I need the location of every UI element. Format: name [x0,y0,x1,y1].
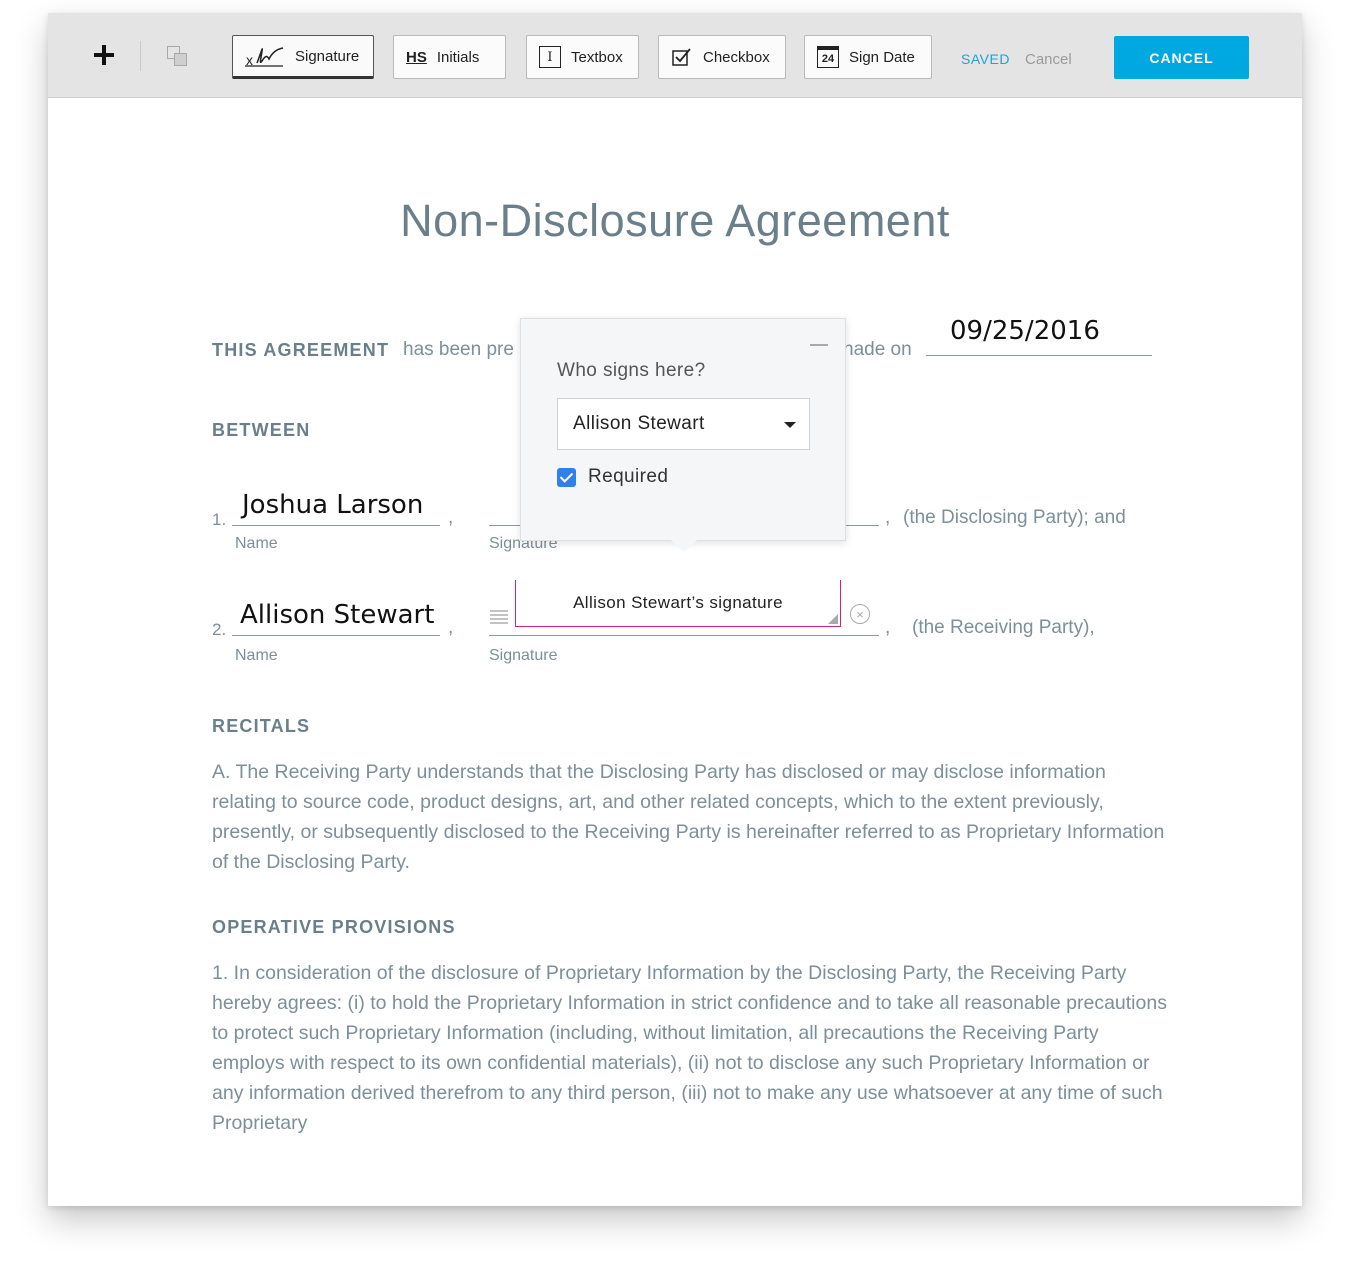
resize-handle-icon[interactable] [828,614,838,624]
signature-tool-button[interactable]: x Signature [232,35,374,79]
party-2-name-label: Name [235,647,278,664]
between-heading: BETWEEN [212,420,311,440]
document-editor-window: x Signature HS Initials I Textbox Checkb… [48,13,1302,1206]
party-1-sig-comma: , [885,507,891,528]
party-1-role: (the Disclosing Party); and [903,507,1126,528]
chevron-down-icon [784,422,796,428]
party-2-signature-label: Signature [489,647,558,664]
textbox-icon: I [539,46,561,68]
agreement-text-end: nade on [843,339,912,360]
agreement-heading: THIS AGREEMENT [212,340,390,360]
textbox-tool-button[interactable]: I Textbox [526,35,639,79]
date-value[interactable]: 09/25/2016 [950,316,1100,346]
checkbox-icon [671,46,693,68]
signer-popover: Who signs here? Allison Stewart Required [520,318,846,552]
party-2-name[interactable]: Allison Stewart [240,600,434,630]
party-1-comma: , [448,507,454,528]
drag-handle-icon[interactable] [490,610,508,624]
cancel-button[interactable]: CANCEL [1114,36,1249,79]
signature-field[interactable]: Allison Stewart’s signature [515,580,841,627]
toolbar-divider [140,41,141,71]
recitals-heading: RECITALS [212,716,311,736]
signer-select[interactable]: Allison Stewart [557,398,810,450]
saved-status: SAVED [961,51,1010,67]
agreement-text-start: has been pre [403,339,514,360]
sign-date-tool-button[interactable]: 24 Sign Date [804,35,932,79]
provisions-paragraph: 1. In consideration of the disclosure of… [212,962,1167,1134]
party-2-sig-comma: , [885,617,891,638]
checkbox-tool-label: Checkbox [703,48,770,66]
textbox-tool-label: Textbox [571,48,623,66]
provisions-heading: OPERATIVE PROVISIONS [212,917,456,937]
party-1-name[interactable]: Joshua Larson [242,490,423,520]
party-2-comma: , [448,617,454,638]
checkbox-tool-button[interactable]: Checkbox [658,35,786,79]
required-label: Required [588,466,669,487]
signature-field-label: Allison Stewart’s signature [573,593,783,612]
initials-tool-label: Initials [436,48,480,66]
layers-icon[interactable] [167,46,189,68]
date-underline [926,355,1152,356]
signature-icon: x [245,43,285,69]
party-2-name-line [232,635,440,636]
toolbar: x Signature HS Initials I Textbox Checkb… [48,13,1302,98]
party-1-number: 1. [212,510,227,529]
party-2-signature-line [489,635,879,636]
party-1-name-line [232,525,440,526]
sign-date-tool-label: Sign Date [849,48,915,66]
calendar-icon: 24 [817,46,839,68]
cancel-link[interactable]: Cancel [1025,51,1072,68]
initials-tool-button[interactable]: HS Initials [393,35,506,79]
signature-tool-label: Signature [295,47,360,65]
required-checkbox[interactable] [557,467,576,487]
document-title: Non-Disclosure Agreement [400,195,950,246]
initials-icon: HS [406,48,427,66]
recitals-paragraph: A. The Receiving Party understands that … [212,761,1165,873]
popover-question: Who signs here? [557,360,706,381]
required-checkbox-row[interactable]: Required [557,466,668,488]
minimize-icon[interactable] [810,344,828,346]
party-1-name-label: Name [235,535,278,552]
party-2-number: 2. [212,620,227,639]
party-2-role: (the Receiving Party), [912,617,1095,638]
remove-field-icon[interactable]: × [850,604,870,624]
add-icon[interactable] [94,45,114,65]
signer-select-value: Allison Stewart [573,413,705,434]
